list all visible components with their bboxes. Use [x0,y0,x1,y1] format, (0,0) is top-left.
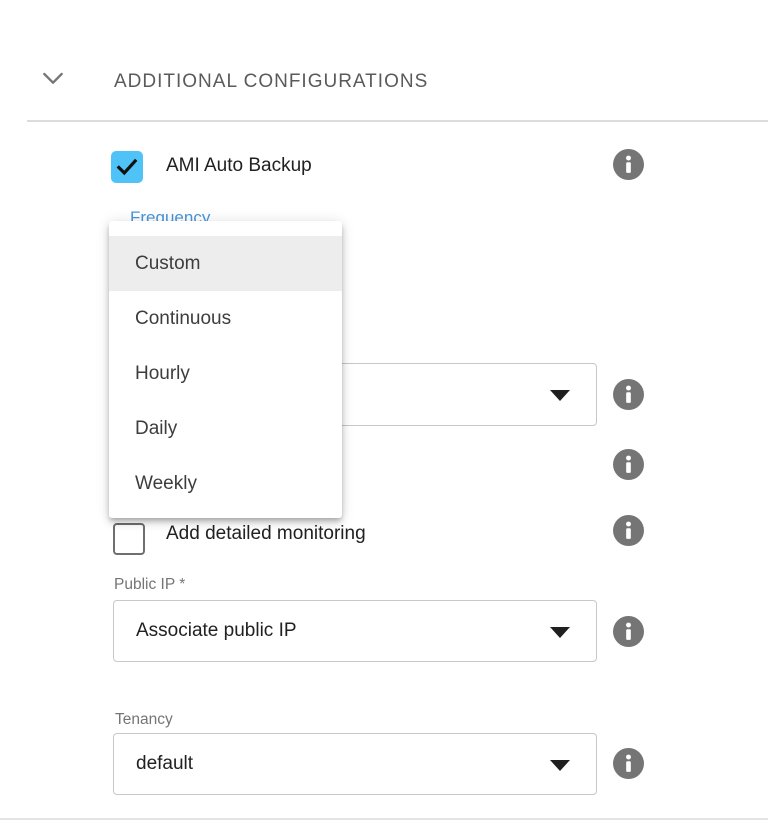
section-collapse-chevron-down-icon[interactable] [42,70,64,88]
menu-item-custom[interactable]: Custom [109,236,342,291]
public-ip-select[interactable]: Associate public IP [113,600,597,662]
frequency-dropdown-menu: Custom Continuous Hourly Daily Weekly [109,221,342,518]
tenancy-info-icon[interactable] [613,748,644,779]
section-divider [27,120,768,122]
caret-down-icon [550,760,570,771]
hidden-row-info-icon[interactable] [613,449,644,480]
ami-auto-backup-info-icon[interactable] [613,149,644,180]
detailed-monitoring-checkbox[interactable] [113,523,145,555]
bottom-divider [0,818,768,820]
tenancy-selected-value: default [136,753,193,775]
public-ip-info-icon[interactable] [613,616,644,647]
menu-item-weekly[interactable]: Weekly [109,456,342,511]
section-title: ADDITIONAL CONFIGURATIONS [114,71,428,93]
detailed-monitoring-label: Add detailed monitoring [166,523,366,545]
ami-auto-backup-checkbox[interactable] [111,151,143,183]
public-ip-selected-value: Associate public IP [136,620,297,642]
public-ip-field-label: Public IP * [114,576,185,594]
tenancy-field-label: Tenancy [115,711,173,729]
detailed-monitoring-info-icon[interactable] [613,515,644,546]
caret-down-icon [550,390,570,401]
ami-auto-backup-label: AMI Auto Backup [166,155,312,177]
tenancy-select[interactable]: default [113,733,597,795]
menu-item-daily[interactable]: Daily [109,401,342,456]
frequency-info-icon[interactable] [613,379,644,410]
menu-item-continuous[interactable]: Continuous [109,291,342,346]
caret-down-icon [550,627,570,638]
checkmark-icon [114,154,140,180]
menu-item-hourly[interactable]: Hourly [109,346,342,401]
